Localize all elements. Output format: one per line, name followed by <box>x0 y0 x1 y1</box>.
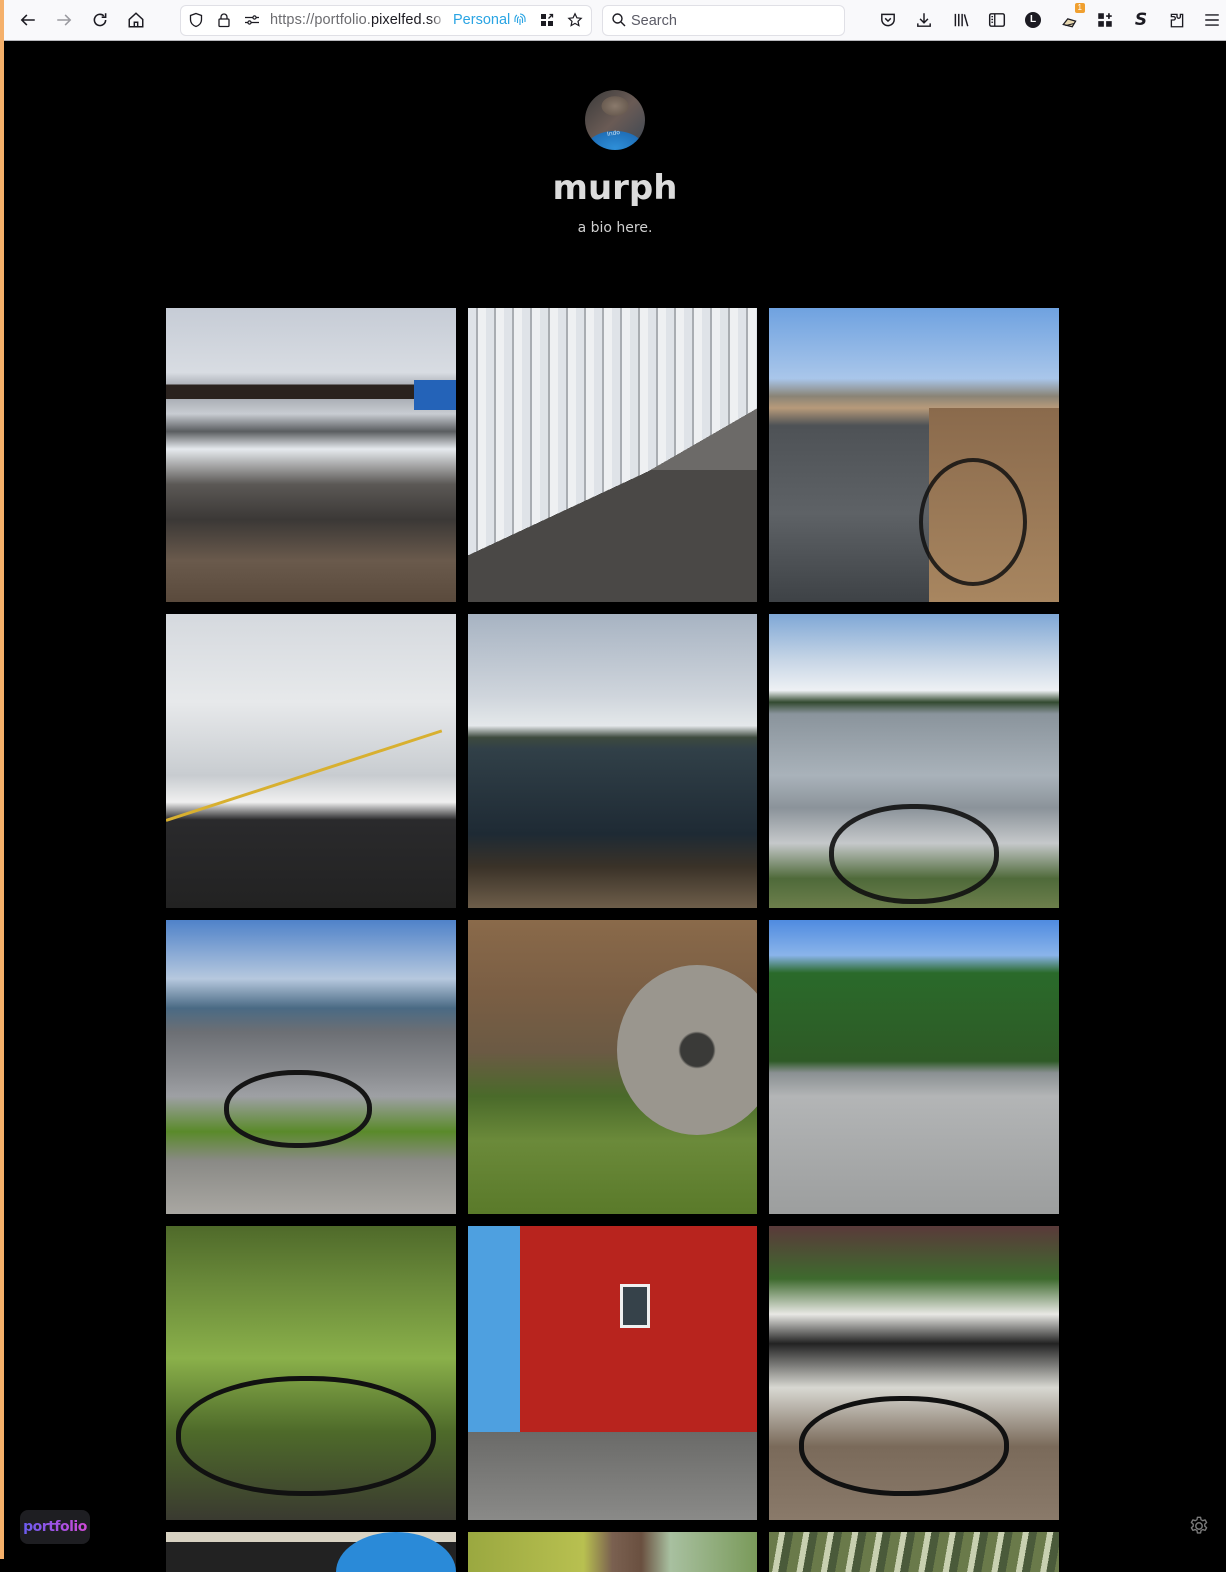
pocket-icon <box>881 13 895 27</box>
photo-tile[interactable] <box>166 308 456 602</box>
back-button[interactable] <box>16 8 40 32</box>
permissions-icon[interactable] <box>243 11 261 29</box>
gear-icon <box>1190 1516 1208 1534</box>
profile-username: murph <box>552 168 678 208</box>
sidebar-icon <box>988 13 1006 27</box>
extensions-puzzle-icon <box>1170 13 1184 28</box>
container-label[interactable]: Personal <box>453 12 510 28</box>
forward-icon <box>57 14 72 26</box>
downloads-button[interactable] <box>912 8 936 32</box>
photo-tile[interactable] <box>769 1226 1059 1520</box>
bookmark-star-icon[interactable] <box>566 11 584 29</box>
apps-icon <box>1098 13 1112 27</box>
address-bar[interactable]: https://portfolio.pixelfed.so Personal <box>181 6 591 35</box>
reload-button[interactable] <box>88 8 112 32</box>
search-bar[interactable] <box>603 6 844 35</box>
extension-icon <box>1062 18 1077 28</box>
photo-tile[interactable] <box>468 1532 757 1572</box>
photo-tile[interactable] <box>166 920 456 1214</box>
download-icon <box>917 13 931 27</box>
qr-code-icon[interactable] <box>538 11 556 29</box>
fingerprint-icon[interactable] <box>511 11 529 29</box>
menu-icon <box>1205 14 1219 26</box>
photo-tile[interactable] <box>769 1532 1059 1572</box>
home-icon <box>128 12 144 28</box>
url-fade <box>429 9 447 31</box>
library-icon <box>954 13 969 27</box>
forward-button[interactable] <box>52 8 76 32</box>
shield-icon[interactable] <box>187 11 205 29</box>
browser-toolbar: https://portfolio.pixelfed.so Personal S… <box>0 0 1226 41</box>
s-extension-button[interactable]: S <box>1129 8 1153 32</box>
photo-tile[interactable] <box>166 1532 456 1572</box>
account-icon: L <box>1025 12 1041 28</box>
photo-tile[interactable] <box>769 920 1059 1214</box>
portfolio-brand: portfolio <box>23 1519 87 1535</box>
portfolio-home-link[interactable]: portfolio <box>20 1510 90 1544</box>
portfolio-page: Indo murph a bio here. portfolio <box>4 42 1226 1572</box>
sidebar-button[interactable] <box>985 8 1009 32</box>
s-extension-icon: S <box>1134 10 1148 30</box>
home-button[interactable] <box>124 8 148 32</box>
reload-icon <box>93 13 107 27</box>
photo-tile[interactable] <box>468 920 757 1214</box>
pocket-button[interactable] <box>876 8 900 32</box>
search-icon <box>612 13 626 27</box>
url-text[interactable]: https://portfolio.pixelfed.so <box>270 12 445 28</box>
lock-icon[interactable] <box>215 11 233 29</box>
avatar-shirt-text: Indo <box>606 128 621 139</box>
photo-grid <box>166 308 1059 1572</box>
url-prefix: https://portfolio. <box>270 12 371 28</box>
photo-tile[interactable] <box>166 1226 456 1520</box>
photo-tile[interactable] <box>166 614 456 908</box>
account-button[interactable]: L <box>1021 8 1045 32</box>
extensions-button[interactable] <box>1165 8 1189 32</box>
photo-tile[interactable] <box>769 308 1059 602</box>
apps-button[interactable] <box>1093 8 1117 32</box>
photo-tile[interactable] <box>769 614 1059 908</box>
photo-tile[interactable] <box>468 308 757 602</box>
avatar[interactable]: Indo <box>585 90 645 150</box>
window-edge-accent <box>0 0 4 1559</box>
account-initial: L <box>1029 14 1037 25</box>
photo-tile[interactable] <box>468 1226 757 1520</box>
menu-button[interactable] <box>1200 8 1224 32</box>
profile-bio: a bio here. <box>577 220 653 236</box>
browser-window: https://portfolio.pixelfed.so Personal S… <box>0 0 1226 1572</box>
settings-button[interactable] <box>1188 1515 1210 1537</box>
back-icon <box>20 14 35 26</box>
search-input[interactable] <box>631 10 831 31</box>
library-button[interactable] <box>949 8 973 32</box>
extension-badge: 1 <box>1074 3 1085 13</box>
photo-tile[interactable] <box>468 614 757 908</box>
extension-button[interactable]: 1 <box>1058 3 1085 32</box>
